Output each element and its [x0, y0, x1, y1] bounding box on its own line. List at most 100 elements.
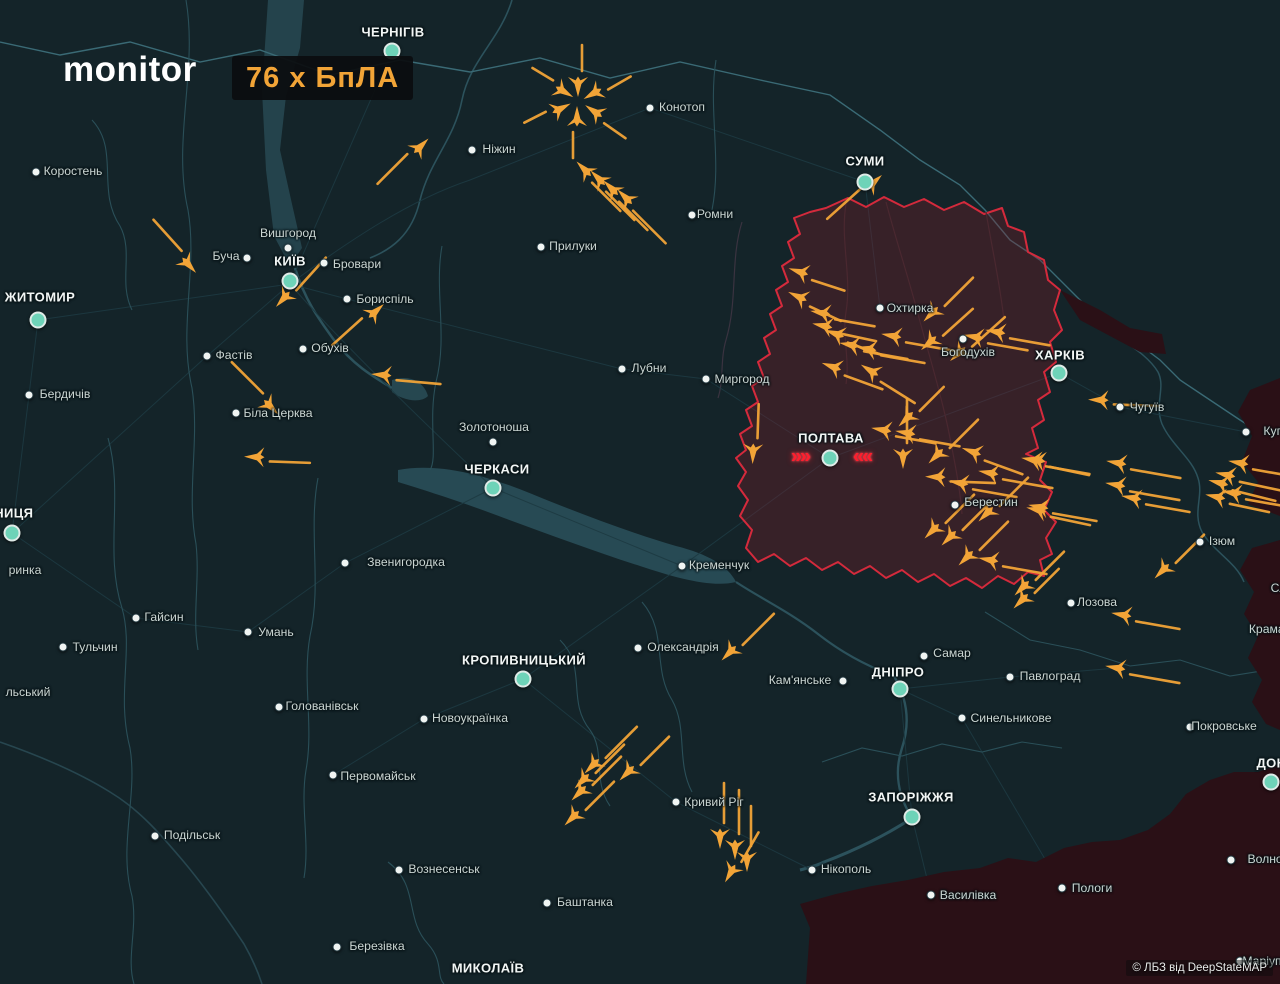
city-label: ринка: [9, 563, 42, 577]
city-label: Синельникове: [970, 711, 1051, 725]
city-dot-major: [30, 312, 47, 329]
city-dot-minor: [275, 703, 284, 712]
city-dot-minor: [232, 409, 241, 418]
city-label: Самар: [933, 646, 971, 660]
city-label: Голованівськ: [286, 699, 359, 713]
city-label: Ніжин: [482, 142, 515, 156]
city-label: Богодухів: [941, 345, 995, 359]
city-label: Вознесенськ: [408, 862, 479, 876]
city-label: Ромни: [697, 207, 733, 221]
city-dot-major: [1051, 365, 1068, 382]
city-dot-minor: [1006, 673, 1015, 682]
city-label: Кам'янське: [769, 673, 832, 687]
city-label: Василівка: [940, 888, 996, 902]
city-label: Тульчин: [72, 640, 117, 654]
city-dot-minor: [920, 652, 929, 661]
city-dot-major: [904, 809, 921, 826]
city-label: Покровське: [1191, 719, 1256, 733]
city-label: МИКОЛАЇВ: [452, 961, 525, 976]
city-label: Обухів: [311, 341, 349, 355]
city-dot-minor: [395, 866, 404, 875]
strike-chevron-left-icon: »»: [791, 446, 809, 469]
city-dot-major: [4, 525, 21, 542]
city-label: Вишгород: [260, 226, 316, 240]
city-label: КРОПИВНИЦЬКИЙ: [462, 653, 586, 668]
city-label: Кременчук: [689, 558, 749, 572]
city-dot-minor: [1067, 599, 1076, 608]
city-label: Нікополь: [821, 862, 871, 876]
city-dot-minor: [634, 644, 643, 653]
city-dot-minor: [25, 391, 34, 400]
city-dot-minor: [808, 866, 817, 875]
city-dot-minor: [678, 562, 687, 571]
city-label: Подільськ: [164, 828, 220, 842]
city-label: Миргород: [714, 372, 769, 386]
city-label: ДНІПРО: [872, 665, 925, 680]
city-dot-minor: [299, 345, 308, 354]
city-dot-major: [515, 671, 532, 688]
city-dot-minor: [32, 168, 41, 177]
city-dot-minor: [702, 375, 711, 384]
city-label: Кривий Ріг: [684, 795, 743, 809]
city-label: ЖИТОМИР: [5, 290, 75, 305]
city-dot-minor: [341, 559, 350, 568]
city-dot-minor: [688, 211, 697, 220]
city-dot-minor: [839, 677, 848, 686]
city-dot-minor: [618, 365, 627, 374]
city-dot-minor: [284, 244, 293, 253]
city-label: Біла Церква: [243, 406, 312, 420]
city-label: Слов'янськ: [1271, 581, 1280, 595]
city-dot-minor: [489, 438, 498, 447]
city-dot-minor: [1196, 538, 1205, 547]
city-dot-minor: [927, 891, 936, 900]
city-dot-minor: [959, 335, 968, 344]
city-label: ЧЕРКАСИ: [464, 462, 529, 477]
city-label: Коростень: [44, 164, 103, 178]
city-label: Краматорськ: [1249, 622, 1280, 636]
city-label: Берестин: [964, 495, 1018, 509]
city-label: Гайсин: [144, 610, 183, 624]
drone-count-badge: 76 х БпЛА: [232, 56, 413, 100]
map-canvas[interactable]: ЧЕРНІГІВСУМИКИЇВЖИТОМИРХАРКІВПОЛТАВАЧЕРК…: [0, 0, 1280, 984]
city-label: Буча: [213, 249, 240, 263]
city-label: ПОЛТАВА: [798, 431, 864, 446]
city-label: Березівка: [349, 939, 404, 953]
city-dot-minor: [951, 501, 960, 510]
brand-logo: monitor: [63, 50, 197, 90]
city-label: Баштанка: [557, 895, 613, 909]
city-label: Бориспіль: [356, 292, 413, 306]
city-label: Конотоп: [659, 100, 705, 114]
city-label: Золотоноша: [459, 420, 529, 434]
city-label: Бердичів: [40, 387, 91, 401]
city-label: Павлоград: [1020, 669, 1081, 683]
city-dot-major: [485, 480, 502, 497]
city-label: Первомайськ: [340, 769, 415, 783]
city-label: Звенигородка: [367, 555, 445, 569]
city-dot-minor: [320, 259, 329, 268]
city-label: Чугуїв: [1130, 400, 1165, 414]
city-dot-minor: [59, 643, 68, 652]
city-label: Пологи: [1072, 881, 1113, 895]
city-label: Охтирка: [887, 301, 934, 315]
city-label: Лубни: [632, 361, 667, 375]
city-label: ЧЕРНІГІВ: [361, 25, 424, 40]
city-dot-major: [1263, 774, 1280, 791]
map-attribution: © ЛБЗ від DeepStateMAP: [1126, 960, 1273, 976]
city-label: Новоукраїнка: [432, 711, 508, 725]
city-dot-minor: [329, 771, 338, 780]
city-dot-minor: [243, 254, 252, 263]
city-dot-minor: [876, 304, 885, 313]
city-dot-minor: [1227, 856, 1236, 865]
city-dot-minor: [203, 352, 212, 361]
city-label: Умань: [258, 625, 293, 639]
city-dot-minor: [672, 798, 681, 807]
city-label: ЗАПОРІЖЖЯ: [868, 790, 954, 805]
city-dot-minor: [1058, 884, 1067, 893]
city-dot-minor: [468, 146, 477, 155]
city-dot-minor: [1242, 428, 1251, 437]
city-dot-minor: [343, 295, 352, 304]
city-layer: ЧЕРНІГІВСУМИКИЇВЖИТОМИРХАРКІВПОЛТАВАЧЕРК…: [0, 0, 1280, 984]
city-label: Лозова: [1077, 595, 1117, 609]
city-label: Фастів: [216, 348, 253, 362]
city-dot-minor: [132, 614, 141, 623]
